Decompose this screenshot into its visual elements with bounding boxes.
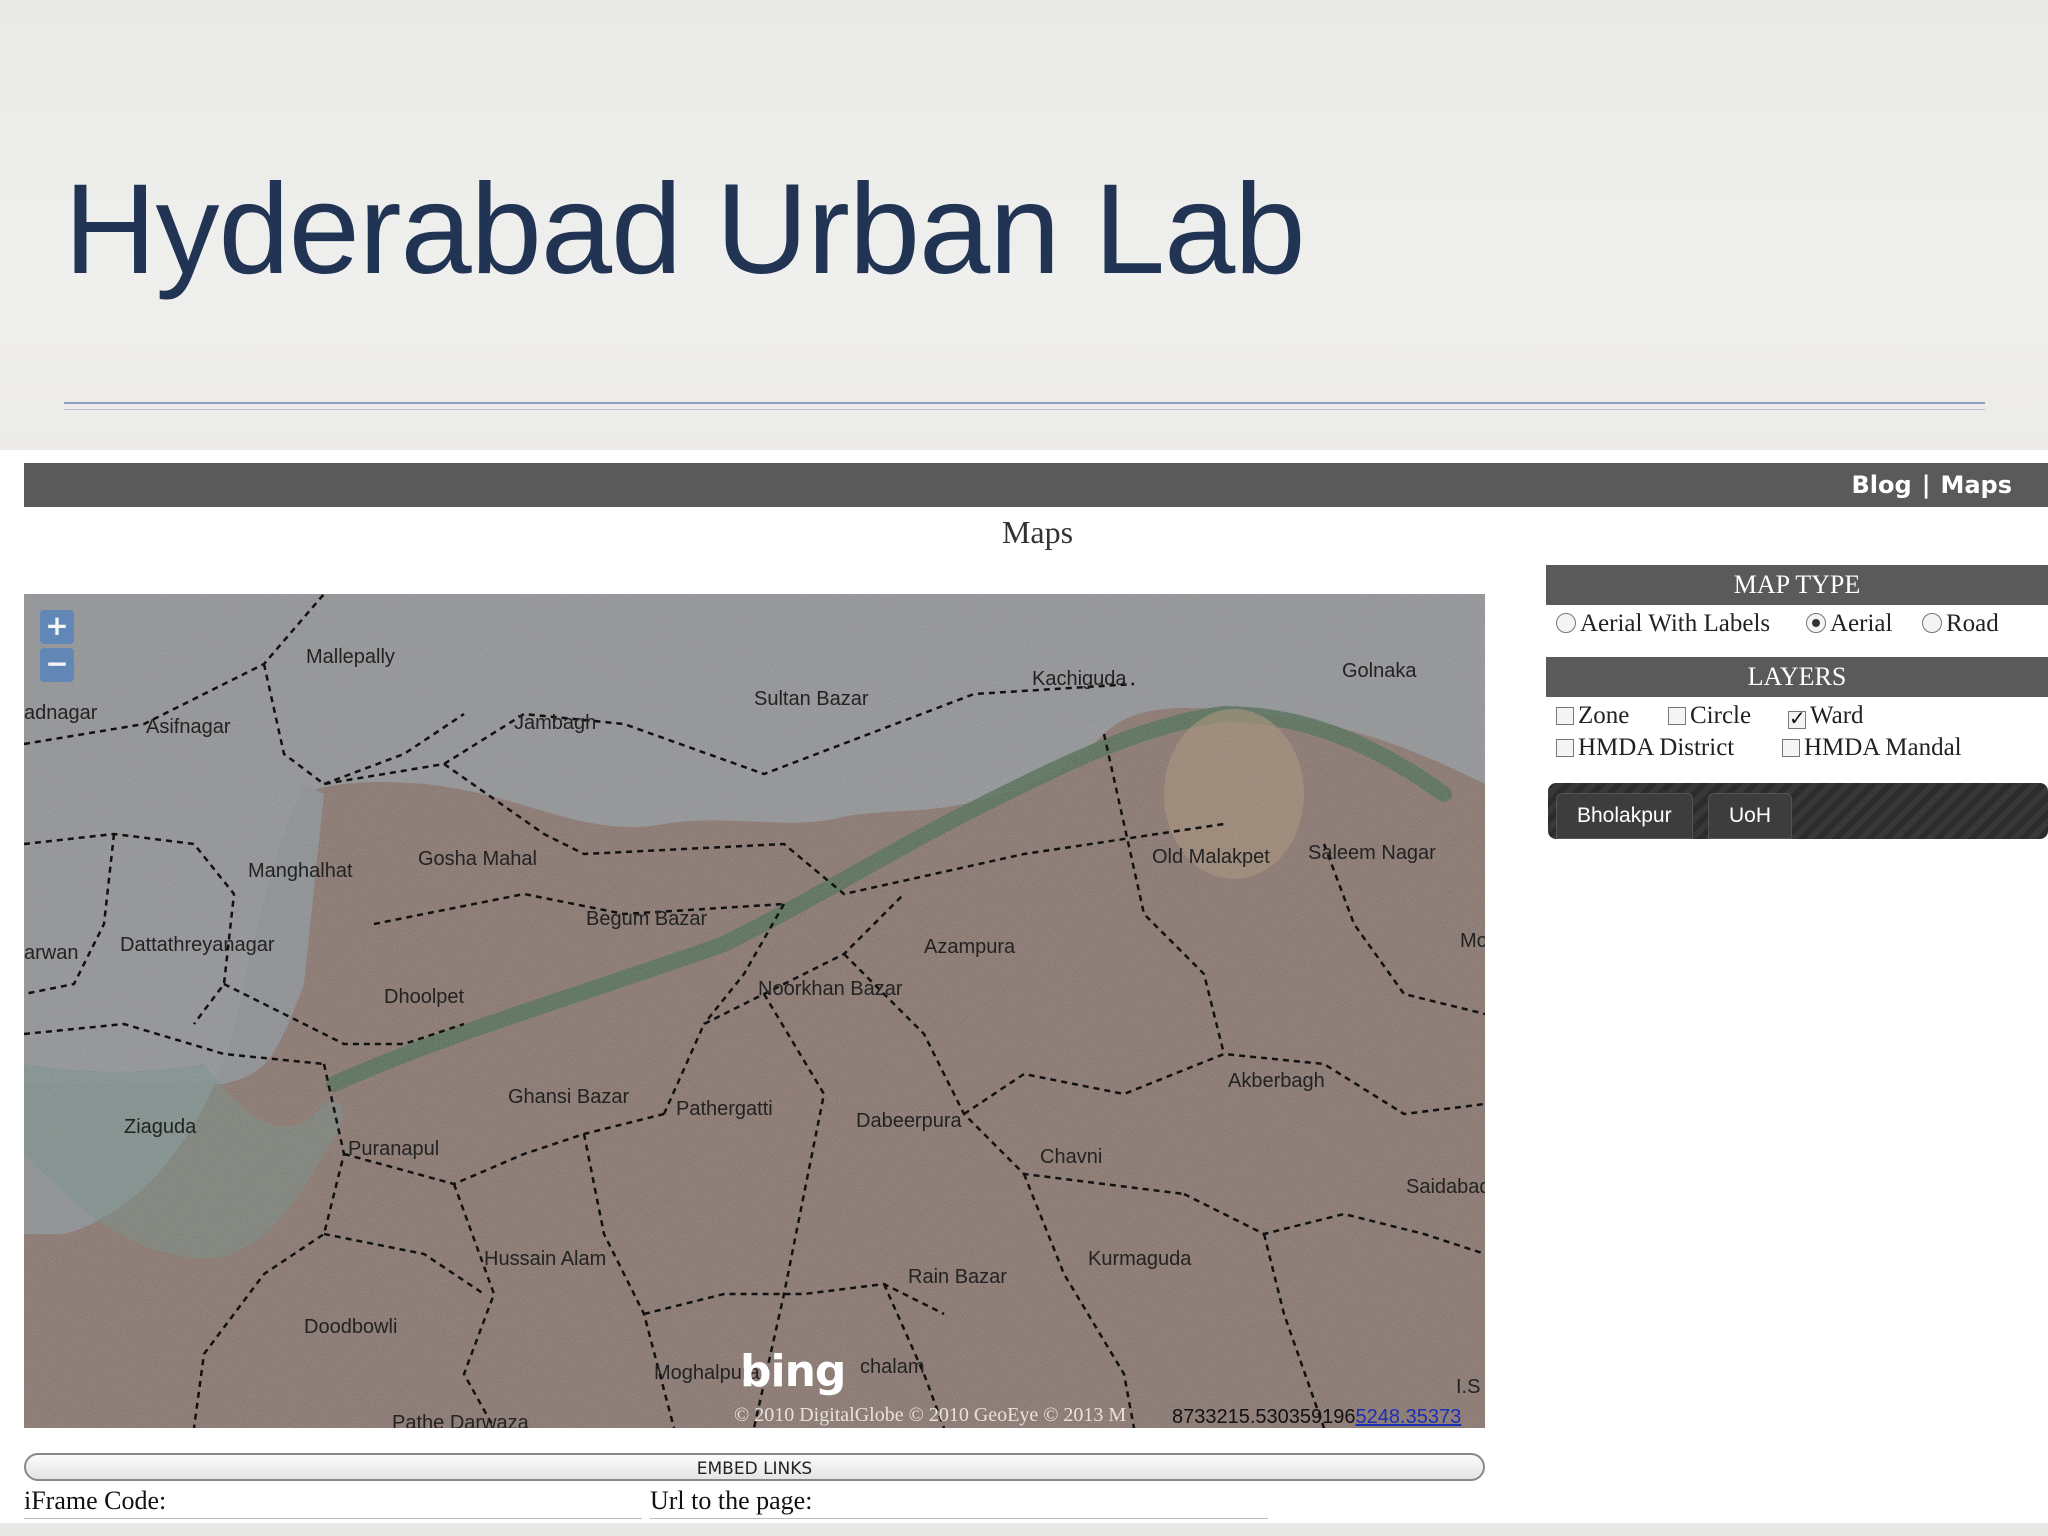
nav-link-maps[interactable]: Maps	[1940, 471, 2012, 499]
coords-text: 8733215.530359196	[1172, 1406, 1356, 1428]
map-place-label: Saidabad	[1406, 1176, 1485, 1198]
map-copyright: © 2010 DigitalGlobe © 2010 GeoEye © 2013…	[734, 1404, 1127, 1426]
map-place-label: Golnaka	[1342, 660, 1417, 682]
map-place-label: Kachiguda	[1032, 668, 1127, 690]
map-place-label: Sultan Bazar	[754, 688, 869, 710]
layers-heading: LAYERS	[1546, 657, 2048, 697]
tab-uoh[interactable]: UoH	[1708, 793, 1793, 839]
zoom-out-button[interactable]: −	[40, 648, 74, 682]
map-place-label: Jambagh	[514, 712, 597, 734]
location-tabs: Bholakpur UoH	[1548, 783, 2048, 839]
map-view[interactable]: + − Mallepally adnagar Asifnagar Jambagh…	[24, 594, 1485, 1428]
nav-separator: |	[1921, 471, 1931, 499]
layer-circle[interactable]: Circle	[1668, 702, 1751, 730]
map-place-label: Asifnagar	[146, 716, 231, 738]
map-type-options: Aerial With Labels Aerial Road	[1556, 610, 2048, 644]
nav-links: Blog | Maps	[1852, 463, 2013, 507]
map-place-label: Ghansi Bazar	[508, 1086, 630, 1108]
iframe-code-field[interactable]	[24, 1518, 642, 1519]
map-place-label: Ziaguda	[124, 1116, 197, 1138]
map-place-label: arwan	[24, 942, 79, 964]
title-divider-thin	[64, 409, 1985, 410]
option-label: HMDA Mandal	[1804, 734, 1962, 761]
map-place-label: chalam	[860, 1356, 925, 1378]
map-place-label: Dabeerpura	[856, 1110, 962, 1132]
map-place-label: Puranapul	[348, 1138, 440, 1160]
map-place-label: Akberbagh	[1228, 1070, 1325, 1092]
slide-title: Hyderabad Urban Lab	[64, 158, 1305, 301]
map-place-label: Mo	[1460, 930, 1485, 952]
nav-link-blog[interactable]: Blog	[1852, 471, 1912, 499]
layer-hmda-district[interactable]: HMDA District	[1556, 734, 1734, 762]
map-place-label: Kurmaguda	[1088, 1248, 1192, 1270]
map-place-label: I.S	[1456, 1376, 1481, 1398]
iframe-code-label: iFrame Code:	[24, 1486, 167, 1515]
map-place-label: Mallepally	[306, 646, 395, 668]
map-type-heading: MAP TYPE	[1546, 565, 2048, 605]
map-place-label: Chavni	[1040, 1146, 1103, 1168]
checkbox-icon[interactable]	[1556, 707, 1574, 725]
option-label: Aerial With Labels	[1580, 610, 1771, 637]
map-type-aerial[interactable]: Aerial	[1806, 610, 1892, 638]
checkbox-icon[interactable]	[1556, 739, 1574, 757]
checkbox-icon[interactable]	[1782, 739, 1800, 757]
map-place-label: Doodbowli	[304, 1316, 398, 1338]
map-place-label: Begum Bazar	[586, 908, 708, 930]
map-place-label: Pathergatti	[676, 1098, 773, 1120]
layer-hmda-mandal[interactable]: HMDA Mandal	[1782, 734, 1962, 762]
map-place-label: Gosha Mahal	[418, 848, 537, 870]
embed-links-bar[interactable]: EMBED LINKS	[24, 1453, 1485, 1481]
map-type-aerial-labels[interactable]: Aerial With Labels	[1556, 610, 1770, 638]
map-coordinates: 8733215.5303591965248.35373	[1172, 1406, 1461, 1428]
map-place-label: Dhoolpet	[384, 986, 465, 1008]
option-label: HMDA District	[1578, 734, 1735, 761]
zoom-in-button[interactable]: +	[40, 610, 74, 644]
layers-options: Zone Circle ✓ Ward HMDA District HMDA Man…	[1556, 702, 2048, 766]
layer-ward[interactable]: ✓ Ward	[1788, 702, 1864, 730]
map-type-road[interactable]: Road	[1922, 610, 1999, 638]
option-label: Aerial	[1830, 610, 1893, 637]
title-divider	[64, 402, 1985, 404]
bing-logo: bing	[740, 1346, 846, 1397]
map-place-label: Manghalhat	[248, 860, 353, 882]
page-heading: Maps	[1001, 514, 1074, 550]
radio-icon[interactable]	[1556, 613, 1576, 633]
option-label: Ward	[1810, 702, 1864, 729]
map-place-label: Rain Bazar	[908, 1266, 1007, 1288]
radio-icon[interactable]	[1922, 613, 1942, 633]
map-place-label: Pathe Darwaza	[392, 1412, 529, 1428]
map-place-label: adnagar	[24, 702, 98, 724]
map-place-label: Noorkhan Bazar	[758, 978, 903, 1000]
page-url-field[interactable]	[650, 1518, 1268, 1519]
checkbox-checked-icon[interactable]: ✓	[1788, 709, 1806, 729]
top-nav-bar: Blog | Maps	[24, 463, 2048, 507]
map-place-label: Hussain Alam	[484, 1248, 607, 1270]
option-label: Circle	[1690, 702, 1752, 729]
map-place-label: Old Malakpet	[1152, 846, 1270, 868]
map-place-label: Dattathreyanagar	[120, 934, 275, 956]
coords-link[interactable]: 5248.35373	[1356, 1406, 1462, 1428]
tab-bholakpur[interactable]: Bholakpur	[1556, 793, 1693, 839]
map-imagery	[24, 594, 1485, 1428]
slide-footer-strip	[0, 1523, 2048, 1536]
page-url-label: Url to the page:	[650, 1486, 813, 1515]
radio-selected-icon[interactable]	[1806, 613, 1826, 633]
option-label: Zone	[1578, 702, 1630, 729]
option-label: Road	[1946, 610, 1999, 637]
layer-zone[interactable]: Zone	[1556, 702, 1629, 730]
map-place-label: Azampura	[924, 936, 1016, 958]
checkbox-icon[interactable]	[1668, 707, 1686, 725]
map-place-label: Saleem Nagar	[1308, 842, 1436, 864]
